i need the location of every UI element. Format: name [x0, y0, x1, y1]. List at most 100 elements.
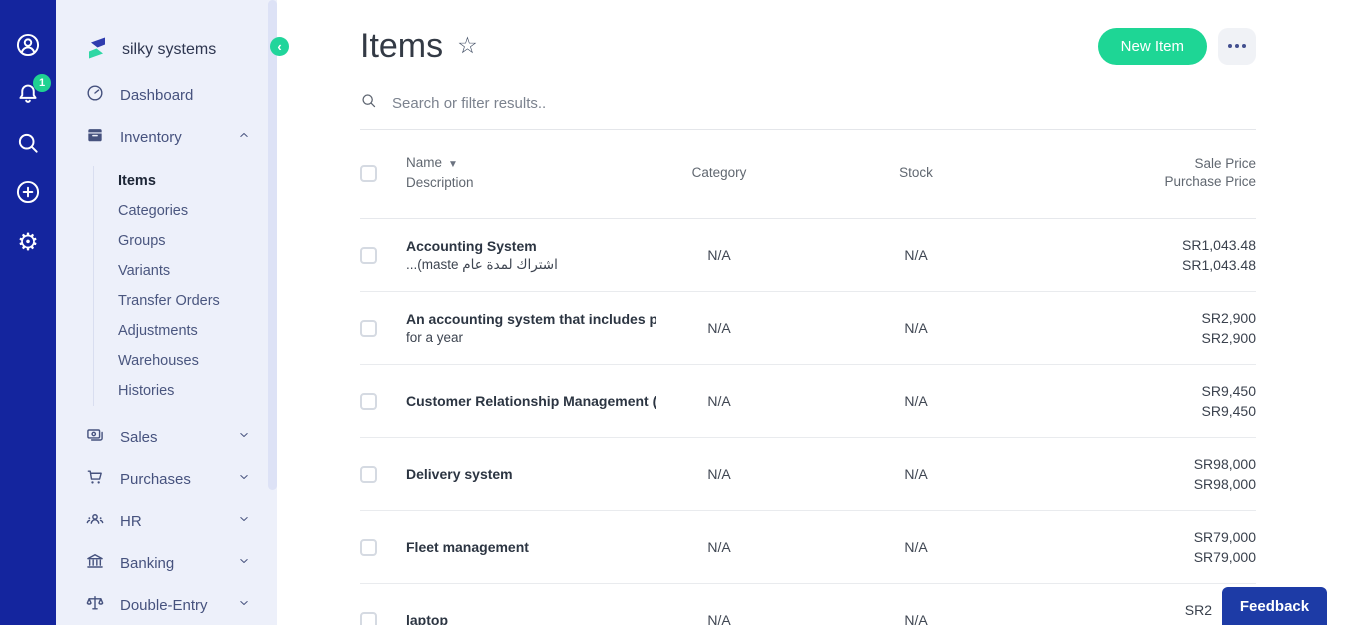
- item-purchase-price: SR79,000: [1193, 549, 1256, 565]
- item-category: N/A: [707, 320, 731, 336]
- column-header-name[interactable]: Name ▼: [406, 154, 656, 174]
- column-header-category: Category: [691, 165, 747, 180]
- more-options-button[interactable]: [1218, 27, 1256, 65]
- chevron-down-icon: [237, 428, 251, 446]
- favorite-star-icon[interactable]: ☆: [457, 33, 478, 59]
- icon-rail: 1 ⚙: [0, 0, 56, 625]
- table-row[interactable]: Customer Relationship Management (C... N…: [360, 365, 1256, 438]
- item-name: Fleet management: [406, 539, 529, 555]
- brand-name: silky systems: [122, 41, 217, 58]
- row-checkbox[interactable]: [360, 611, 377, 625]
- chevron-down-icon: [237, 470, 251, 488]
- row-checkbox[interactable]: [360, 538, 377, 556]
- item-category: N/A: [707, 466, 731, 482]
- item-name: Customer Relationship Management (C...: [406, 393, 656, 409]
- sidebar-item-inventory[interactable]: Inventory: [56, 116, 277, 158]
- dashboard-icon: [85, 83, 105, 107]
- search-bar: [360, 92, 1256, 130]
- inventory-box-icon: [85, 125, 105, 149]
- item-category: N/A: [707, 539, 731, 555]
- global-search-button[interactable]: [12, 128, 44, 160]
- item-name: An accounting system that includes poi..…: [406, 311, 656, 327]
- sidebar-item-adjustments[interactable]: Adjustments: [94, 316, 277, 346]
- select-all-checkbox[interactable]: [360, 164, 377, 182]
- sidebar-item-sales[interactable]: Sales: [56, 416, 277, 458]
- bank-icon: [85, 551, 105, 575]
- page-title: Items: [360, 26, 444, 65]
- item-category: N/A: [707, 612, 731, 625]
- row-checkbox[interactable]: [360, 319, 377, 337]
- item-stock: N/A: [904, 320, 928, 336]
- column-header-sale-price: Sale Price: [1194, 156, 1256, 171]
- sidebar-item-categories[interactable]: Categories: [94, 196, 277, 226]
- sidebar-item-dashboard[interactable]: Dashboard: [56, 74, 277, 116]
- column-header-description: Description: [406, 175, 474, 190]
- brand-logo-icon: [85, 35, 109, 66]
- sidebar-item-warehouses[interactable]: Warehouses: [94, 346, 277, 376]
- item-sale-price: SR2: [1184, 602, 1212, 618]
- sidebar-scrollbar[interactable]: [268, 0, 277, 490]
- notifications-button[interactable]: 1: [12, 74, 51, 111]
- item-sale-price: SR2,900: [1201, 310, 1256, 326]
- sidebar-item-variants[interactable]: Variants: [94, 256, 277, 286]
- plus-circle-icon: [15, 179, 41, 208]
- sidebar-item-label: Dashboard: [120, 86, 194, 104]
- quick-add-button[interactable]: [12, 177, 44, 209]
- sidebar-item-histories[interactable]: Histories: [94, 376, 277, 406]
- item-purchase-price: SR1,043.48: [1182, 257, 1256, 273]
- sidebar-item-double-entry[interactable]: Double-Entry: [56, 584, 277, 625]
- feedback-button[interactable]: Feedback: [1222, 587, 1327, 625]
- cash-icon: [85, 425, 105, 449]
- table-row[interactable]: An accounting system that includes poi..…: [360, 292, 1256, 365]
- sort-desc-icon: ▼: [448, 159, 458, 170]
- gear-icon: ⚙: [17, 228, 39, 256]
- chevron-up-icon: [237, 128, 251, 146]
- sidebar-item-hr[interactable]: HR: [56, 500, 277, 542]
- column-header-stock: Stock: [899, 165, 933, 180]
- table-row[interactable]: Accounting System اشتراك لمدة عام ‎(mast…: [360, 219, 1256, 292]
- item-sale-price: SR9,450: [1201, 383, 1256, 399]
- table-row[interactable]: laptop N/A N/A SR2 SR2: [360, 584, 1256, 625]
- sidebar-item-label: HR: [120, 512, 142, 530]
- table-row[interactable]: Delivery system N/A N/A SR98,000 SR98,00…: [360, 438, 1256, 511]
- app-window: 1 ⚙ silky systems Dashboard Inventory It…: [0, 0, 1358, 625]
- page-header: Items ☆ New Item: [360, 22, 1256, 70]
- item-category: N/A: [707, 393, 731, 409]
- chevron-down-icon: [237, 512, 251, 530]
- sidebar-item-items[interactable]: Items: [94, 166, 277, 196]
- more-options-icon: [1228, 44, 1232, 48]
- item-sale-price: SR98,000: [1193, 456, 1256, 472]
- row-checkbox[interactable]: [360, 246, 377, 264]
- account-button[interactable]: [12, 30, 44, 62]
- sidebar-collapse-button[interactable]: ‹: [270, 37, 289, 56]
- account-icon: [15, 32, 41, 61]
- notification-badge: 1: [33, 74, 51, 92]
- sidebar-item-label: Sales: [120, 428, 158, 446]
- item-category: N/A: [707, 247, 731, 263]
- new-item-button[interactable]: New Item: [1097, 27, 1207, 65]
- sidebar-item-label: Purchases: [120, 470, 191, 488]
- item-purchase-price: SR2,900: [1201, 330, 1256, 346]
- row-checkbox[interactable]: [360, 392, 377, 410]
- items-table: Name ▼ Description Category Stock Sale Pr…: [360, 130, 1256, 625]
- sidebar-item-label: Banking: [120, 554, 175, 572]
- sidebar-item-groups[interactable]: Groups: [94, 226, 277, 256]
- item-name: Accounting System: [406, 238, 537, 254]
- item-sale-price: SR1,043.48: [1182, 237, 1256, 253]
- search-icon: [360, 92, 377, 114]
- sidebar-item-banking[interactable]: Banking: [56, 542, 277, 584]
- column-header-purchase-price: Purchase Price: [1164, 174, 1256, 189]
- table-row[interactable]: Fleet management N/A N/A SR79,000 SR79,0…: [360, 511, 1256, 584]
- row-checkbox[interactable]: [360, 465, 377, 483]
- search-input[interactable]: [392, 94, 1256, 112]
- item-stock: N/A: [904, 247, 928, 263]
- settings-button[interactable]: ⚙: [12, 226, 44, 258]
- main-content: Items ☆ New Item Name: [277, 0, 1358, 625]
- item-stock: N/A: [904, 612, 928, 625]
- sidebar-item-purchases[interactable]: Purchases: [56, 458, 277, 500]
- sidebar-item-label: Double-Entry: [120, 596, 208, 614]
- sidebar-item-transfer-orders[interactable]: Transfer Orders: [94, 286, 277, 316]
- inventory-subnav: Items Categories Groups Variants Transfe…: [93, 166, 277, 406]
- item-stock: N/A: [904, 539, 928, 555]
- item-purchase-price: SR9,450: [1201, 403, 1256, 419]
